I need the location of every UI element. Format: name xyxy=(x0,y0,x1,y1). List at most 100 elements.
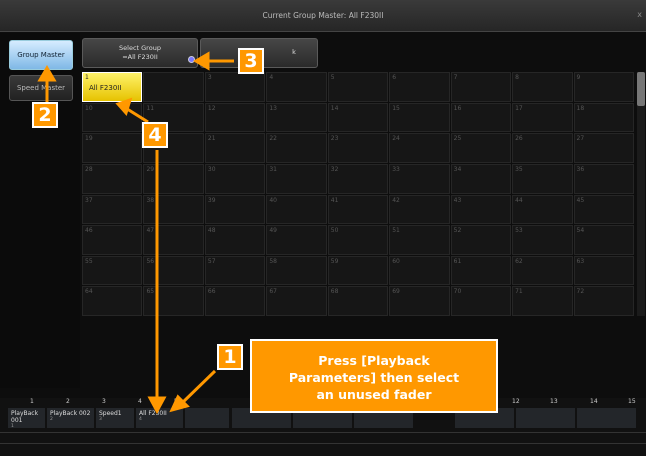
group-cell[interactable]: 50 xyxy=(327,225,389,255)
group-cell[interactable]: 58 xyxy=(266,255,327,286)
group-grid: 1All F230II34567891011121314151617181920… xyxy=(82,72,634,316)
fader-label: PlayBack 002 xyxy=(50,410,91,417)
select-group-label: Select Group xyxy=(119,44,161,52)
group-cell[interactable]: 46 xyxy=(82,225,143,255)
group-cell[interactable]: 17 xyxy=(512,102,573,133)
group-cell[interactable]: 13 xyxy=(266,102,327,133)
group-cell[interactable]: 26 xyxy=(512,133,573,163)
group-cell[interactable]: 5 xyxy=(327,72,389,102)
group-cell[interactable]: 60 xyxy=(389,255,450,286)
group-cell[interactable]: 32 xyxy=(327,163,389,194)
group-cell[interactable]: 35 xyxy=(512,163,573,194)
group-cell[interactable]: 3 xyxy=(204,72,266,102)
window-title: Current Group Master: All F230II xyxy=(262,11,384,20)
fader-number: 2 xyxy=(66,398,70,405)
group-cell[interactable]: 48 xyxy=(204,225,266,255)
group-cell[interactable]: 4 xyxy=(266,72,327,102)
group-master-button[interactable]: Group Master xyxy=(9,40,73,70)
group-cell[interactable]: 61 xyxy=(450,255,512,286)
group-cell[interactable]: 64 xyxy=(82,286,143,316)
group-cell[interactable]: 53 xyxy=(512,225,573,255)
group-cell[interactable]: 7 xyxy=(450,72,512,102)
fader-label: Speed1 xyxy=(99,410,122,417)
group-cell[interactable]: 71 xyxy=(512,286,573,316)
group-cell[interactable]: 39 xyxy=(204,194,266,225)
group-cell[interactable]: 27 xyxy=(573,133,634,163)
group-cell[interactable]: 45 xyxy=(573,194,634,225)
group-cell[interactable]: 62 xyxy=(512,255,573,286)
group-cell[interactable]: 66 xyxy=(204,286,266,316)
group-cell[interactable] xyxy=(143,72,204,102)
group-cell[interactable]: 37 xyxy=(82,194,143,225)
group-cell[interactable]: 10 xyxy=(82,102,143,133)
empty-fader-slot[interactable] xyxy=(185,408,230,428)
group-cell[interactable]: 67 xyxy=(266,286,327,316)
step-2-badge: 2 xyxy=(32,102,58,128)
group-cell[interactable]: 15 xyxy=(389,102,450,133)
fader-slot[interactable]: Speed1 3 xyxy=(96,408,135,428)
group-cell[interactable]: 22 xyxy=(266,133,327,163)
group-cell[interactable]: 70 xyxy=(450,286,512,316)
group-cell[interactable]: 44 xyxy=(512,194,573,225)
group-cell[interactable]: 40 xyxy=(266,194,327,225)
group-cell[interactable]: 42 xyxy=(389,194,450,225)
fader-slot[interactable]: PlayBack 001 1 xyxy=(8,408,46,429)
group-cell[interactable]: 55 xyxy=(82,255,143,286)
fader-number: 14 xyxy=(590,398,598,405)
group-cell[interactable]: 69 xyxy=(389,286,450,316)
group-cell[interactable]: 9 xyxy=(573,72,634,102)
group-cell[interactable]: 25 xyxy=(450,133,512,163)
group-cell[interactable]: 52 xyxy=(450,225,512,255)
group-cell[interactable]: 14 xyxy=(327,102,389,133)
group-cell[interactable]: 18 xyxy=(573,102,634,133)
group-cell[interactable]: 65 xyxy=(143,286,204,316)
group-cell[interactable]: 28 xyxy=(82,163,143,194)
group-cell[interactable]: 56 xyxy=(143,255,204,286)
group-cell[interactable]: 21 xyxy=(204,133,266,163)
group-cell[interactable]: 30 xyxy=(204,163,266,194)
group-cell[interactable]: 6 xyxy=(389,72,450,102)
group-cell[interactable]: 19 xyxy=(82,133,143,163)
group-cell[interactable]: 41 xyxy=(327,194,389,225)
scroll-thumb[interactable] xyxy=(637,72,645,106)
group-cell[interactable]: 63 xyxy=(573,255,634,286)
group-cell[interactable]: 23 xyxy=(327,133,389,163)
fader-sub-number: 2 xyxy=(50,417,53,422)
group-cell[interactable]: 12 xyxy=(204,102,266,133)
group-cell[interactable]: 34 xyxy=(450,163,512,194)
group-cell[interactable]: 43 xyxy=(450,194,512,225)
indicator-dot-icon xyxy=(188,56,195,63)
group-cell[interactable]: 68 xyxy=(327,286,389,316)
fader-slot[interactable]: PlayBack 002 2 xyxy=(47,408,95,428)
speed-master-button[interactable]: Speed Master xyxy=(9,75,73,101)
close-icon[interactable]: x xyxy=(637,10,642,19)
group-cell[interactable]: 36 xyxy=(573,163,634,194)
group-cell[interactable]: 72 xyxy=(573,286,634,316)
group-cell[interactable]: 49 xyxy=(266,225,327,255)
group-cell[interactable]: 57 xyxy=(204,255,266,286)
empty-fader-slot[interactable] xyxy=(516,408,576,428)
callout-line-2: Parameters] then select xyxy=(288,370,460,385)
callout-line-3: an unused fader xyxy=(316,387,432,402)
group-cell[interactable]: 33 xyxy=(389,163,450,194)
group-cell-active[interactable]: 1 All F230II xyxy=(82,72,143,102)
grid-scrollbar[interactable] xyxy=(637,72,645,316)
group-cell[interactable]: 51 xyxy=(389,225,450,255)
fader-row-divider xyxy=(0,443,646,444)
fader-number: 3 xyxy=(102,398,106,405)
group-cell[interactable]: 38 xyxy=(143,194,204,225)
empty-fader-slot[interactable] xyxy=(577,408,637,428)
group-cell[interactable]: 16 xyxy=(450,102,512,133)
select-group-button[interactable]: Select Group =All F230II xyxy=(82,38,198,68)
group-cell[interactable]: 31 xyxy=(266,163,327,194)
group-cell-number: 1 xyxy=(85,74,89,81)
group-cell[interactable]: 54 xyxy=(573,225,634,255)
fader-number: 15 xyxy=(628,398,636,405)
group-cell[interactable]: 59 xyxy=(327,255,389,286)
group-cell[interactable]: 24 xyxy=(389,133,450,163)
fader-slot[interactable]: All F230II 4 xyxy=(136,408,184,428)
group-cell[interactable]: 29 xyxy=(143,163,204,194)
group-cell[interactable]: 47 xyxy=(143,225,204,255)
fader-sub-number: 1 xyxy=(11,424,14,429)
group-cell[interactable]: 8 xyxy=(512,72,573,102)
